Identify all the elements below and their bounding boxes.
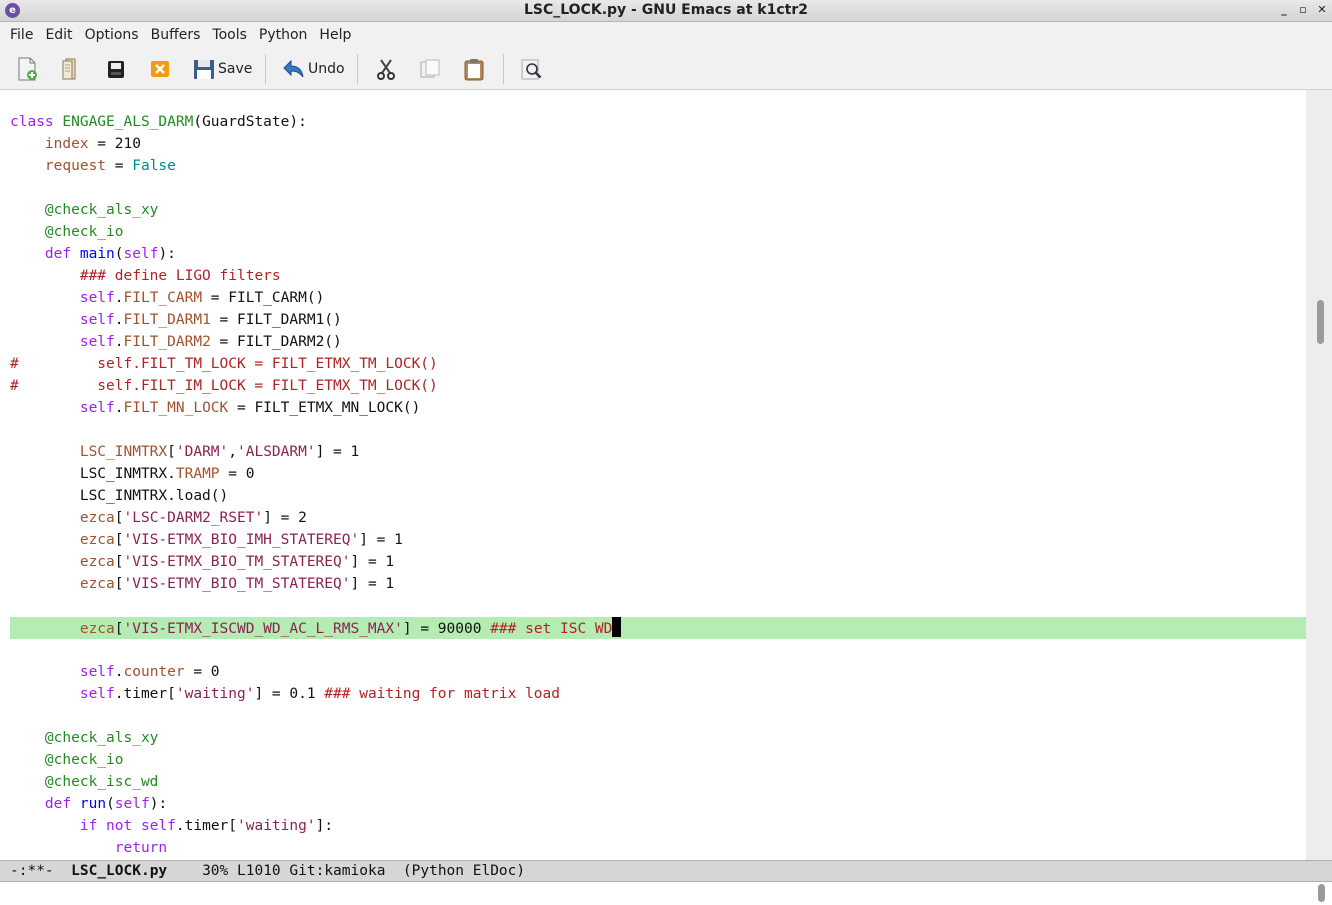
code-line: if not self.timer['waiting']: [79, 818, 334, 834]
open-file-button[interactable] [60, 56, 82, 82]
code-line: LSC_INMTRX.load() [10, 488, 229, 504]
code-line-current: ezca['VIS-ETMX_ISCWD_WD_AC_L_RMS_MAX'] =… [10, 617, 622, 639]
code-line: ezca['LSC-DARM2_RSET'] = 2 [79, 510, 307, 526]
code-line: # self.FILT_TM_LOCK = FILT_ETMX_TM_LOCK(… [10, 356, 438, 372]
echo-scrollbar-thumb[interactable] [1318, 884, 1325, 902]
search-icon [520, 57, 544, 81]
close-buffer-icon [149, 57, 171, 81]
menu-options[interactable]: Options [79, 27, 145, 43]
code-line: self.FILT_MN_LOCK = FILT_ETMX_MN_LOCK() [79, 400, 421, 416]
code-line: self.FILT_DARM1 = FILT_DARM1() [79, 312, 342, 328]
close-icon[interactable]: ✕ [1316, 3, 1328, 17]
menu-help[interactable]: Help [313, 27, 357, 43]
text-cursor [612, 617, 622, 637]
code-line: @check_als_xy [44, 202, 159, 218]
toolbar-separator [265, 54, 266, 84]
save-label: Save [218, 61, 253, 77]
menu-edit[interactable]: Edit [39, 27, 78, 43]
menu-buffers[interactable]: Buffers [145, 27, 207, 43]
dired-icon [105, 57, 127, 81]
scrollbar-thumb[interactable] [1317, 300, 1324, 344]
code-line: self.FILT_DARM2 = FILT_DARM2() [79, 334, 342, 350]
undo-button[interactable]: Undo [282, 56, 345, 82]
toolbar-separator [503, 54, 504, 84]
toolbar-separator [357, 54, 358, 84]
menu-file[interactable]: File [4, 27, 39, 43]
copy-button[interactable] [418, 56, 442, 82]
code-line: ### define LIGO filters [79, 268, 281, 284]
code-line: class ENGAGE_ALS_DARM(GuardState): [10, 114, 307, 130]
minimize-icon[interactable]: _ [1278, 3, 1290, 17]
modeline-percent: 30% [202, 863, 229, 879]
mode-line: -:**- LSC_LOCK.py 30% L1010 Git:kamioka … [0, 860, 1332, 882]
maximize-icon[interactable]: ▫ [1297, 3, 1309, 17]
code-line: LSC_INMTRX.TRAMP = 0 [10, 466, 255, 482]
code-line: def main(self): [44, 246, 176, 262]
toolbar: Save Undo [0, 48, 1332, 90]
close-buffer-button[interactable] [149, 56, 171, 82]
menu-tools[interactable]: Tools [206, 27, 253, 43]
undo-label: Undo [308, 61, 345, 77]
editor-buffer[interactable]: class ENGAGE_ALS_DARM(GuardState): index… [0, 90, 1306, 860]
code-line: self.counter = 0 [79, 664, 220, 680]
echo-area[interactable] [0, 882, 1332, 905]
code-line: @check_isc_wd [44, 774, 159, 790]
new-file-button[interactable] [16, 56, 38, 82]
code-line: request = False [44, 158, 176, 174]
modeline-status: -:**- [10, 863, 54, 879]
code-line: ezca['VIS-ETMX_BIO_TM_STATEREQ'] = 1 [79, 554, 395, 570]
title-bar: e LSC_LOCK.py - GNU Emacs at k1ctr2 _ ▫ … [0, 0, 1332, 22]
code-line: ezca['VIS-ETMY_BIO_TM_STATEREQ'] = 1 [79, 576, 395, 592]
undo-icon [282, 57, 306, 81]
cut-button[interactable] [374, 56, 398, 82]
code-line: index = 210 [44, 136, 141, 152]
new-file-icon [16, 57, 38, 81]
code-line: @check_io [44, 224, 124, 240]
dired-button[interactable] [105, 56, 127, 82]
open-file-icon [60, 57, 82, 81]
code-line: self.FILT_CARM = FILT_CARM() [79, 290, 325, 306]
modeline-vc[interactable]: Git:kamioka [289, 863, 385, 879]
save-button[interactable]: Save [192, 56, 252, 82]
code-line: # self.FILT_IM_LOCK = FILT_ETMX_TM_LOCK(… [10, 378, 438, 394]
menu-python[interactable]: Python [253, 27, 314, 43]
modeline-buffer-name[interactable]: LSC_LOCK.py [71, 863, 167, 879]
modeline-modes[interactable]: (Python ElDoc) [403, 863, 525, 879]
code-line: def run(self): [44, 796, 168, 812]
code-line: @check_io [44, 752, 124, 768]
save-icon [192, 57, 216, 81]
copy-icon [418, 57, 442, 81]
search-button[interactable] [520, 56, 544, 82]
code-line: ezca['VIS-ETMX_BIO_IMH_STATEREQ'] = 1 [79, 532, 403, 548]
paste-button[interactable] [462, 56, 486, 82]
code-line: @check_als_xy [44, 730, 159, 746]
window-title: LSC_LOCK.py - GNU Emacs at k1ctr2 [523, 2, 808, 18]
menu-bar: File Edit Options Buffers Tools Python H… [0, 22, 1332, 48]
code-line: self.timer['waiting'] = 0.1 ### waiting … [79, 686, 560, 702]
code-line: LSC_INMTRX['DARM','ALSDARM'] = 1 [79, 444, 360, 460]
paste-icon [462, 57, 486, 81]
cut-icon [374, 57, 398, 81]
modeline-line: L1010 [237, 863, 281, 879]
vertical-scrollbar[interactable] [1306, 90, 1332, 860]
code-line: return [114, 840, 168, 856]
